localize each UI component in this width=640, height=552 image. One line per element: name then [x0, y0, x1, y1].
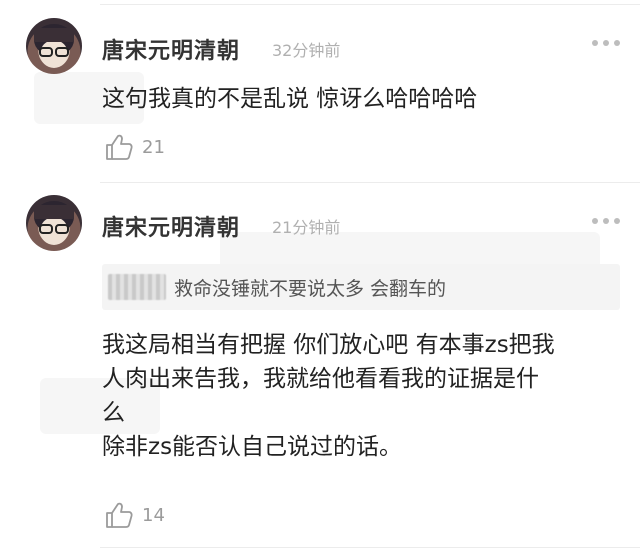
divider — [100, 4, 640, 5]
timestamp: 32分钟前 — [272, 41, 341, 60]
like-button[interactable]: 14 — [104, 500, 165, 530]
quoted-reply[interactable]: 救命没锤就不要说太多 会翻车的 — [102, 264, 620, 310]
comment-line: 么 — [102, 400, 125, 426]
comment-line: 除非zs能否认自己说过的话。 — [102, 434, 403, 460]
avatar-image — [34, 201, 74, 245]
comment-line: 这句我真的不是乱说 惊讶么哈哈哈哈 — [102, 86, 478, 112]
thumbs-up-icon — [106, 502, 133, 528]
quoted-text: 救命没锤就不要说太多 会翻车的 — [174, 277, 447, 300]
avatar[interactable] — [26, 195, 82, 251]
like-count: 14 — [142, 504, 165, 526]
timestamp: 21分钟前 — [272, 218, 341, 237]
username[interactable]: 唐宋元明清朝 — [102, 33, 240, 65]
avatar-image — [34, 24, 74, 68]
thumbs-up-icon — [106, 134, 133, 160]
divider — [100, 182, 640, 183]
more-dots-icon[interactable] — [592, 40, 620, 48]
comment-line: 我这局相当有把握 你们放心吧 有本事zs把我 — [102, 332, 555, 358]
avatar[interactable] — [26, 18, 82, 74]
more-dots-icon[interactable] — [592, 218, 620, 226]
username[interactable]: 唐宋元明清朝 — [102, 210, 240, 242]
quoted-username-blurred — [108, 274, 166, 300]
comment-text: 这句我真的不是乱说 惊讶么哈哈哈哈 — [102, 82, 622, 116]
comment-line: 人肉出来告我，我就给他看看我的证据是什 — [102, 366, 539, 392]
like-count: 21 — [142, 136, 165, 158]
like-button[interactable]: 21 — [104, 132, 165, 162]
divider — [100, 547, 640, 548]
comment-text: 我这局相当有把握 你们放心吧 有本事zs把我 人肉出来告我，我就给他看看我的证据… — [102, 328, 622, 464]
